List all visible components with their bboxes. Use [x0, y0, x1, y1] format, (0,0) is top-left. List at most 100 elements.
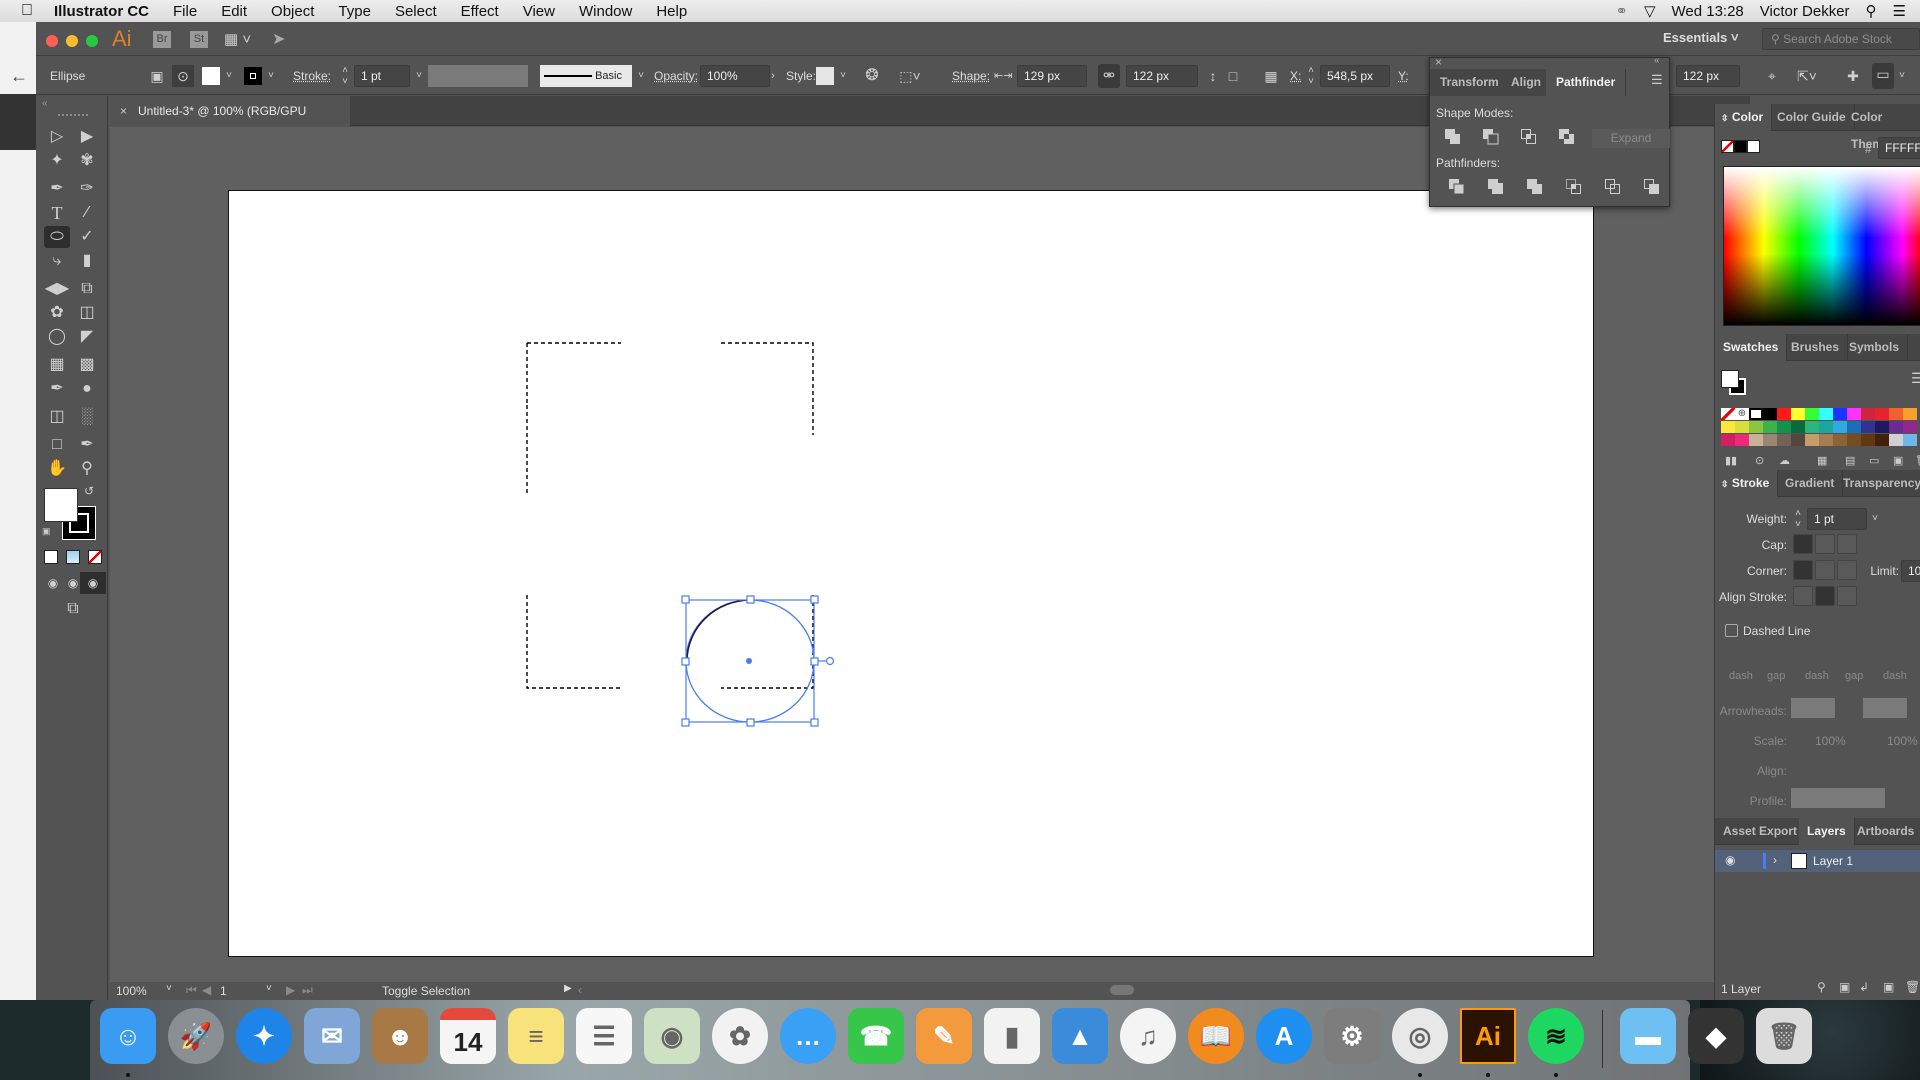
locate-object-icon[interactable]: ⚲: [1817, 980, 1826, 994]
black-color-swatch[interactable]: [1734, 140, 1747, 153]
artboard[interactable]: [228, 190, 1594, 957]
scale-tool-icon[interactable]: ⧉: [74, 278, 100, 300]
tab-swatches[interactable]: Swatches: [1715, 334, 1788, 361]
delete-swatch-icon[interactable]: 🗑: [1915, 454, 1920, 467]
collapse-tools-icon[interactable]: «: [42, 98, 48, 109]
transform-bbox-icon[interactable]: ▣: [148, 65, 166, 87]
fill-color-box[interactable]: [44, 488, 78, 522]
shape-height-field[interactable]: 122 px: [1126, 65, 1198, 87]
pie-widget-handle[interactable]: [825, 656, 835, 666]
default-fill-stroke-icon[interactable]: ▣: [42, 526, 51, 537]
dashed-line-checkbox[interactable]: [1725, 624, 1738, 637]
dock-finder[interactable]: ☺: [100, 1008, 156, 1064]
shaper-tool-icon[interactable]: ⤷: [44, 250, 70, 272]
shape-label[interactable]: Shape:: [952, 65, 990, 87]
menu-app-name[interactable]: Illustrator CC: [54, 3, 161, 20]
dock-app-store[interactable]: A: [1256, 1008, 1312, 1064]
swatch[interactable]: [1847, 421, 1861, 433]
dashed-rect-top-left[interactable]: [526, 342, 621, 496]
expand-layer-chevron-icon[interactable]: ›: [1773, 853, 1777, 867]
fill-dropdown-chevron[interactable]: ˅: [222, 65, 236, 87]
stroke-weight-field[interactable]: 1 pt: [354, 65, 410, 87]
unite-button[interactable]: [1444, 128, 1462, 146]
handle-bottom-right[interactable]: [810, 718, 819, 727]
swatch-libraries-icon[interactable]: ▮▮: [1725, 454, 1737, 467]
selection-tool-icon[interactable]: ▷: [44, 126, 70, 148]
stroke-label[interactable]: Stroke:: [293, 65, 331, 87]
handle-top-middle[interactable]: [746, 595, 755, 604]
x-label[interactable]: X:: [1290, 65, 1301, 87]
swatch[interactable]: [1875, 421, 1889, 433]
column-graph-tool-icon[interactable]: ░: [74, 406, 100, 428]
spotlight-search-icon[interactable]: ⚲: [1866, 2, 1877, 20]
tab-gradient[interactable]: Gradient: [1777, 470, 1844, 497]
close-window-button[interactable]: [46, 35, 58, 47]
menu-file[interactable]: File: [161, 3, 209, 20]
transform-bounds-icon[interactable]: □: [1224, 65, 1242, 87]
swatch[interactable]: [1903, 408, 1917, 420]
blend-tool-icon[interactable]: ●: [74, 378, 100, 400]
tab-asset-export[interactable]: Asset Export: [1715, 818, 1807, 845]
exclude-button[interactable]: [1558, 128, 1576, 146]
dock-keynote[interactable]: ▲: [1052, 1008, 1108, 1064]
swatch[interactable]: [1721, 434, 1735, 446]
swatch[interactable]: ⊕: [1735, 408, 1749, 420]
tab-stroke[interactable]: ⇳ Stroke: [1715, 470, 1779, 497]
dock-contacts[interactable]: ☻: [372, 1008, 428, 1064]
apple-icon[interactable]: : [0, 2, 54, 20]
tab-color-themes[interactable]: Color Themes: [1843, 104, 1920, 151]
dock-illustrator[interactable]: Ai: [1460, 1008, 1516, 1064]
dock-photos[interactable]: ✿: [712, 1008, 768, 1064]
brush-definition[interactable]: Basic: [540, 65, 632, 87]
magic-wand-tool-icon[interactable]: ✦: [44, 150, 70, 172]
dock-spotify-installer[interactable]: ◆: [1688, 1008, 1744, 1064]
miter-join-button[interactable]: [1793, 560, 1813, 580]
dock-messages[interactable]: …: [780, 1008, 836, 1064]
folder-icon[interactable]: ▭: [1869, 454, 1879, 467]
dock-documents-folder[interactable]: ▬: [1620, 1008, 1676, 1064]
zoom-level-field[interactable]: 100%: [116, 984, 164, 998]
opacity-expand-arrow[interactable]: ›: [766, 65, 780, 87]
white-color-swatch[interactable]: [1747, 140, 1760, 153]
opacity-label[interactable]: Opacity:: [654, 65, 698, 87]
tab-pathfinder[interactable]: Pathfinder: [1546, 69, 1627, 96]
minus-front-button[interactable]: [1482, 128, 1500, 146]
swatch[interactable]: [1805, 421, 1819, 433]
curvature-tool-icon[interactable]: ✑: [74, 178, 100, 200]
dock-pages[interactable]: ✎: [916, 1008, 972, 1064]
select-similar-icon[interactable]: ⇱˅: [1792, 65, 1822, 87]
round-cap-button[interactable]: [1815, 534, 1835, 554]
first-artboard-button[interactable]: ⏮: [186, 983, 197, 998]
maximize-window-button[interactable]: [86, 35, 98, 47]
menu-object[interactable]: Object: [259, 3, 326, 20]
h-field[interactable]: 122 px: [1676, 65, 1740, 87]
swatch[interactable]: [1819, 408, 1833, 420]
dock-notes[interactable]: ≡: [508, 1008, 564, 1064]
horizontal-scrollbar[interactable]: [1110, 985, 1134, 995]
stroke-weight-stepper[interactable]: ˄ ˅: [338, 65, 352, 87]
reference-point-icon[interactable]: ▦: [1260, 65, 1282, 87]
panel-menu-toggle-icon[interactable]: ▭: [1872, 63, 1894, 89]
swatch[interactable]: [1861, 408, 1875, 420]
creative-cloud-icon[interactable]: ⚭: [1615, 2, 1628, 20]
dock-itunes[interactable]: ♫: [1120, 1008, 1176, 1064]
fill-color-swatch[interactable]: [202, 67, 220, 85]
mesh-tool-icon[interactable]: ▦: [44, 354, 70, 376]
new-swatch-icon[interactable]: ▣: [1893, 454, 1903, 467]
y-label[interactable]: Y:: [1398, 65, 1409, 87]
align-center-button[interactable]: [1793, 586, 1813, 606]
projecting-cap-button[interactable]: [1837, 534, 1857, 554]
status-menu-arrow[interactable]: ▶: [564, 983, 572, 994]
round-join-button[interactable]: [1815, 560, 1835, 580]
notification-center-icon[interactable]: ☰: [1893, 2, 1906, 20]
bevel-join-button[interactable]: [1837, 560, 1857, 580]
change-screen-mode-icon[interactable]: ⧉: [60, 598, 86, 620]
arrange-documents-icon[interactable]: ▦ ˅: [224, 30, 251, 48]
delete-layer-icon[interactable]: 🗑: [1905, 980, 1920, 994]
slice-tool-icon[interactable]: ✒: [74, 434, 100, 456]
artboard-number-field[interactable]: 1: [220, 984, 256, 998]
none-mode-button[interactable]: [88, 550, 102, 564]
recolor-artwork-icon[interactable]: ❂: [861, 65, 883, 87]
swatch[interactable]: [1721, 421, 1735, 433]
puppet-warp-tool-icon[interactable]: ✿: [44, 302, 70, 324]
